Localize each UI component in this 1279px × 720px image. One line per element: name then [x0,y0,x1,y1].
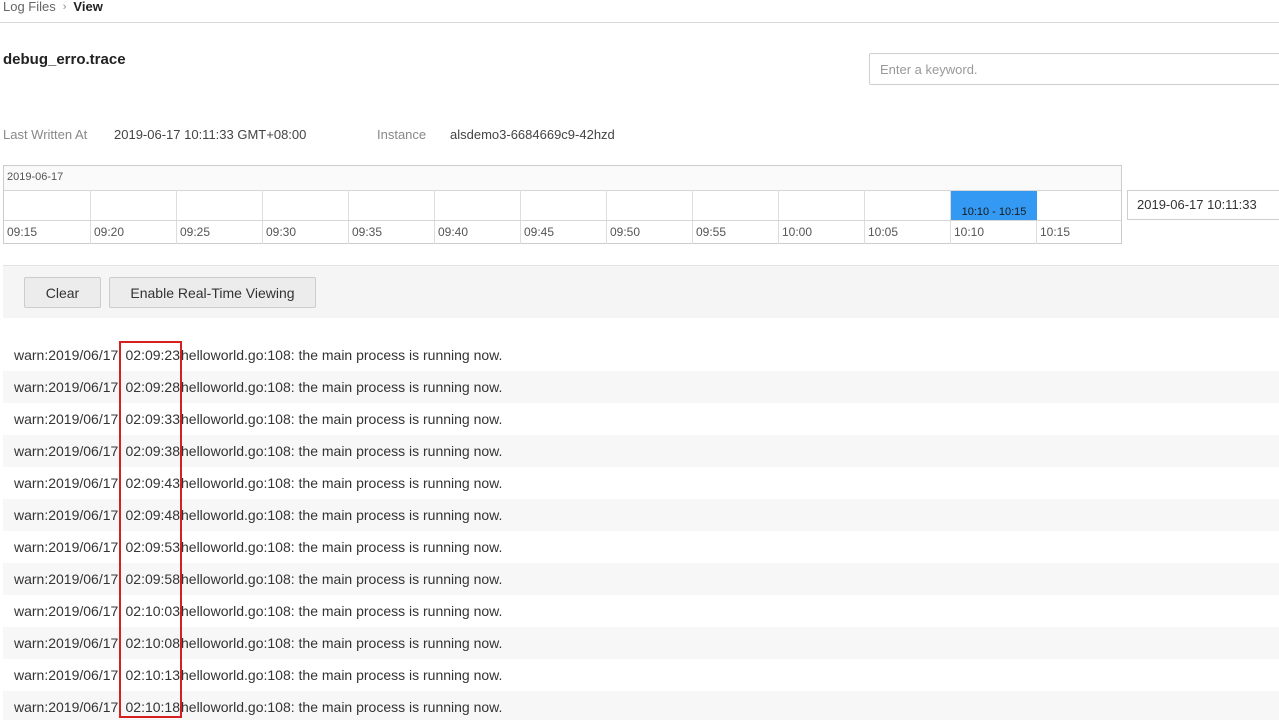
log-timestamp: 02:10:13 [125,667,181,683]
datetime-picker[interactable]: 2019-06-17 10:11:33 [1127,190,1279,220]
log-prefix: warn:2019/06/17 [14,475,119,491]
timeline-tick-label: 10:15 [1036,221,1122,244]
timeline-tick-label: 09:15 [7,225,38,239]
timeline-tick-label: 09:20 [90,221,176,244]
log-timestamp: 02:09:58 [125,571,181,587]
timeline-slot[interactable] [1036,190,1122,220]
timeline-slot[interactable] [262,190,348,220]
log-message: helloworld.go:108: the main process is r… [181,475,503,491]
log-timestamp: 02:10:03 [125,603,181,619]
log-timestamp: 02:09:33 [125,411,181,427]
timeline-slot[interactable] [778,190,864,220]
timeline-tick-label: 09:50 [606,221,692,244]
timeline-tick-label: 09:35 [348,221,434,244]
search-input[interactable] [869,53,1279,85]
log-line: warn:2019/06/17 02:10:13helloworld.go:108… [3,659,1279,691]
page-title: debug_erro.trace [3,51,126,68]
last-written-label: Last Written At [3,127,88,142]
log-message: helloworld.go:108: the main process is r… [181,443,503,459]
timeline-tick-label: 09:25 [176,221,262,244]
log-panel: Clear Enable Real-Time Viewing warn:2019… [3,265,1279,720]
timeline-tick-label: 09:40 [434,221,520,244]
timeline-tick-label: 09:55 [692,221,778,244]
log-line: warn:2019/06/17 02:09:38helloworld.go:108… [3,435,1279,467]
log-message: helloworld.go:108: the main process is r… [181,603,503,619]
log-prefix: warn:2019/06/17 [14,603,119,619]
log-line: warn:2019/06/17 02:10:03helloworld.go:108… [3,595,1279,627]
log-timestamp: 02:09:53 [125,539,181,555]
log-prefix: warn:2019/06/17 [14,635,119,651]
log-line: warn:2019/06/17 02:09:48helloworld.go:108… [3,499,1279,531]
log-prefix: warn:2019/06/17 [14,443,119,459]
log-message: helloworld.go:108: the main process is r… [181,347,503,363]
log-timestamp: 02:09:38 [125,443,181,459]
log-prefix: warn:2019/06/17 [14,347,119,363]
breadcrumb-log-files[interactable]: Log Files [3,0,56,17]
timeline-tick-label: 10:05 [864,221,950,244]
log-message: helloworld.go:108: the main process is r… [181,667,503,683]
timeline-slot[interactable] [520,190,606,220]
log-prefix: warn:2019/06/17 [14,379,119,395]
log-timestamp: 02:09:23 [125,347,181,363]
timeline-axis: 09:15 09:20 09:25 09:30 09:35 09:40 09:45 09:50… [4,221,1121,244]
timeline-slots: 10:10 - 10:15 [4,190,1121,221]
log-timestamp: 02:10:18 [125,699,181,715]
breadcrumb: Log Files › View [3,0,103,17]
log-message: helloworld.go:108: the main process is r… [181,699,503,715]
log-message: helloworld.go:108: the main process is r… [181,539,503,555]
log-prefix: warn:2019/06/17 [14,699,119,715]
last-written-value: 2019-06-17 10:11:33 GMT+08:00 [114,127,307,142]
log-timestamp: 02:10:08 [125,635,181,651]
log-prefix: warn:2019/06/17 [14,411,119,427]
timeline-tick-label: 10:10 [950,221,1036,244]
header-divider [0,22,1279,23]
log-line: warn:2019/06/17 02:09:28helloworld.go:108… [3,371,1279,403]
timeline-date-header: 2019-06-17 [4,166,1121,191]
timeline-slot[interactable] [434,190,520,220]
log-viewer-page: Log Files › View debug_erro.trace Last W… [0,0,1279,720]
log-toolbar: Clear Enable Real-Time Viewing [3,266,1279,318]
log-message: helloworld.go:108: the main process is r… [181,379,503,395]
chevron-right-icon: › [62,1,67,13]
timeline-slot[interactable] [348,190,434,220]
log-line: warn:2019/06/17 02:10:18helloworld.go:108… [3,691,1279,720]
log-prefix: warn:2019/06/17 [14,507,119,523]
timeline-tick-label: 09:45 [520,221,606,244]
log-line: warn:2019/06/17 02:10:08helloworld.go:108… [3,627,1279,659]
timeline-slot[interactable] [176,190,262,220]
log-timestamp: 02:09:48 [125,507,181,523]
log-message: helloworld.go:108: the main process is r… [181,411,503,427]
log-list: warn:2019/06/17 02:09:23helloworld.go:108… [3,339,1279,720]
timeline-slot[interactable] [864,190,950,220]
instance-label: Instance [377,127,427,142]
timeline-slot[interactable] [692,190,778,220]
log-message: helloworld.go:108: the main process is r… [181,635,503,651]
log-line: warn:2019/06/17 02:09:43helloworld.go:108… [3,467,1279,499]
log-prefix: warn:2019/06/17 [14,667,119,683]
log-prefix: warn:2019/06/17 [14,571,119,587]
log-line: warn:2019/06/17 02:09:33helloworld.go:108… [3,403,1279,435]
log-line: warn:2019/06/17 02:09:23helloworld.go:108… [3,339,1279,371]
log-prefix: warn:2019/06/17 [14,539,119,555]
clear-button[interactable]: Clear [24,277,101,308]
timeline-date: 2019-06-17 [7,171,64,183]
log-line: warn:2019/06/17 02:09:53helloworld.go:108… [3,531,1279,563]
timeline-slot[interactable] [90,190,176,220]
instance-value: alsdemo3-6684669c9-42hzd [450,127,615,142]
log-line: warn:2019/06/17 02:09:58helloworld.go:108… [3,563,1279,595]
timeline: 2019-06-17 10:10 - 10:15 09:15 09:20 09:25… [3,165,1122,244]
log-timestamp: 02:09:28 [125,379,181,395]
log-timestamp: 02:09:43 [125,475,181,491]
timeline-slot[interactable] [4,190,90,220]
realtime-viewing-button[interactable]: Enable Real-Time Viewing [109,277,316,308]
log-message: helloworld.go:108: the main process is r… [181,571,503,587]
breadcrumb-current: View [73,0,103,14]
timeline-selected-range[interactable]: 10:10 - 10:15 [951,191,1037,220]
timeline-tick-label: 10:00 [778,221,864,244]
log-message: helloworld.go:108: the main process is r… [181,507,503,523]
timeline-slot[interactable] [606,190,692,220]
timeline-tick-label: 09:30 [262,221,348,244]
